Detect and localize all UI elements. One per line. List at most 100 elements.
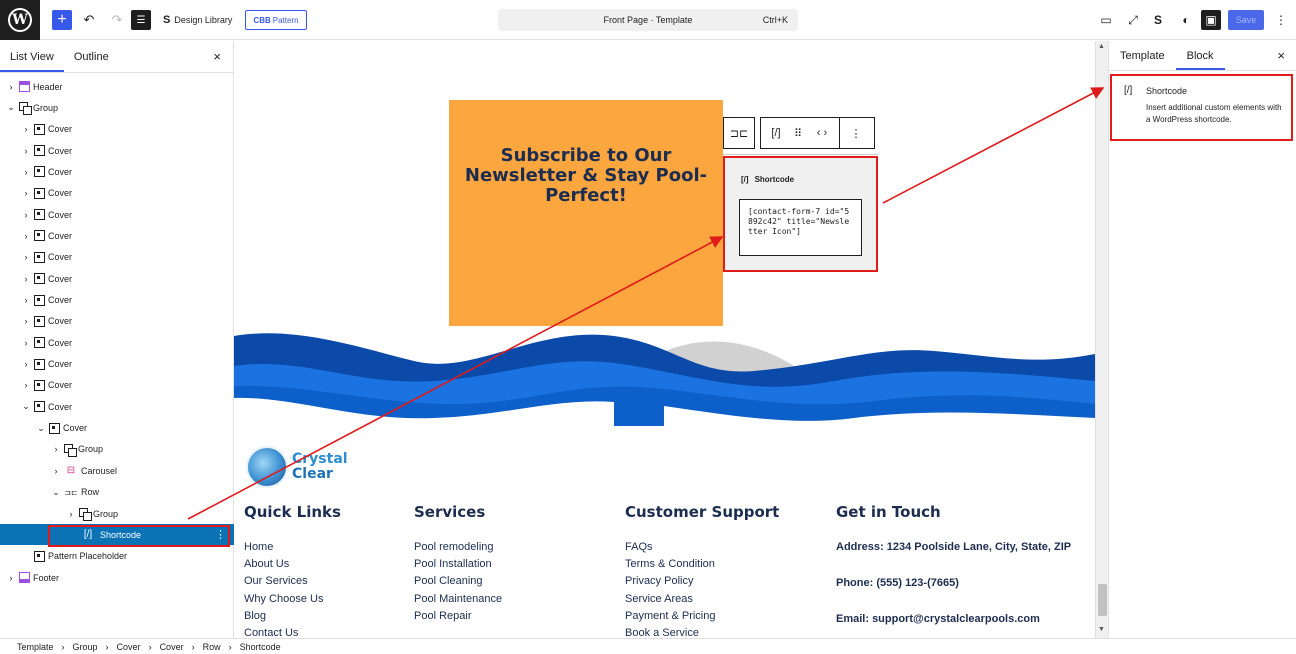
chevron-right-icon[interactable]: › (20, 167, 32, 177)
footer-link[interactable]: Home (244, 539, 341, 556)
close-icon[interactable]: × (213, 49, 221, 64)
move-arrows-icon[interactable]: ‹ › (805, 118, 839, 148)
breadcrumb-item[interactable]: Cover (117, 642, 141, 652)
drag-handle-icon[interactable]: ⠿ (791, 118, 805, 148)
expand-icon[interactable]: ⤢ (1123, 10, 1143, 30)
footer-logo[interactable]: Crystal Clear (246, 446, 348, 488)
styles-icon[interactable]: ◐ (1176, 10, 1196, 30)
chevron-right-icon[interactable]: › (20, 146, 32, 156)
chevron-right-icon[interactable]: › (65, 509, 77, 519)
tree-item-carousel[interactable]: › ⊟ Carousel (0, 460, 234, 481)
footer-link[interactable]: Our Services (244, 573, 341, 590)
add-block-button[interactable]: + (52, 10, 72, 30)
chevron-right-icon[interactable]: › (20, 359, 32, 369)
tab-list-view[interactable]: List View (0, 41, 64, 72)
row-parent-button[interactable]: ⊐⊏ (723, 117, 755, 149)
tab-outline[interactable]: Outline (64, 41, 119, 72)
chevron-down-icon[interactable]: ⌄ (20, 401, 32, 412)
chevron-right-icon[interactable]: › (50, 466, 62, 476)
tree-item-row[interactable]: ⌄ ⊐⊏ Row (0, 482, 234, 503)
scroll-up-icon[interactable]: ▲ (1098, 43, 1105, 50)
footer-link[interactable]: Payment & Pricing (625, 608, 779, 625)
tree-item-cover[interactable]: › Cover (0, 161, 234, 182)
tree-item-cover[interactable]: › Cover (0, 311, 234, 332)
chevron-right-icon[interactable]: › (5, 82, 17, 92)
chevron-down-icon[interactable]: ⌄ (50, 487, 62, 498)
chevron-down-icon[interactable]: ⌄ (5, 102, 17, 113)
block-options-icon[interactable]: ⋮ (840, 118, 872, 148)
footer-link[interactable]: Service Areas (625, 591, 779, 608)
tree-item-cover[interactable]: › Cover (0, 225, 234, 246)
footer-link[interactable]: Blog (244, 608, 341, 625)
footer-link[interactable]: Pool Repair (414, 608, 502, 625)
tree-item-cover[interactable]: Pattern Placeholder (0, 546, 234, 567)
tree-item-cover[interactable]: › Cover (0, 375, 234, 396)
footer-link[interactable]: Pool Cleaning (414, 573, 502, 590)
scroll-down-icon[interactable]: ▼ (1098, 626, 1105, 633)
tree-item-cover[interactable]: › Cover (0, 332, 234, 353)
row-options-icon[interactable]: ⋮ (215, 528, 226, 541)
tree-item-shortcode[interactable]: [/] Shortcode ⋮ (0, 524, 234, 546)
tree-item-cover[interactable]: › Cover (0, 140, 234, 161)
footer-link[interactable]: Pool Maintenance (414, 591, 502, 608)
chevron-down-icon[interactable]: ⌄ (35, 423, 47, 434)
design-library-button[interactable]: S Design Library (163, 9, 232, 31)
breadcrumb-item[interactable]: Template (17, 642, 54, 652)
shortcode-block-icon[interactable]: [/] (761, 118, 791, 148)
save-button[interactable]: Save (1228, 10, 1264, 30)
chevron-right-icon[interactable]: › (20, 295, 32, 305)
pattern-button[interactable]: CBB Pattern (245, 10, 307, 30)
list-view-button[interactable]: ☰ (131, 10, 151, 30)
footer-link[interactable]: Contact Us (244, 625, 341, 638)
tree-item-cover[interactable]: › Cover (0, 290, 234, 311)
tree-item-group[interactable]: › Group (0, 439, 234, 460)
tree-item-cover[interactable]: › Cover (0, 247, 234, 268)
tree-item-group[interactable]: ⌄ Group (0, 97, 234, 118)
tree-item-cover[interactable]: › Cover (0, 204, 234, 225)
breadcrumb-item[interactable]: Row (203, 642, 221, 652)
tree-item-cover[interactable]: ⌄ Cover (0, 418, 234, 439)
tab-template[interactable]: Template (1109, 41, 1176, 70)
chevron-right-icon[interactable]: › (20, 316, 32, 326)
shortcode-block[interactable]: [/] Shortcode [contact-form-7 id="5892c4… (723, 156, 878, 272)
settings-toggle-icon[interactable]: ▣ (1201, 10, 1221, 30)
wordpress-logo-button[interactable]: W (0, 0, 40, 40)
breadcrumb-item[interactable]: Shortcode (240, 642, 281, 652)
chevron-right-icon[interactable]: › (20, 231, 32, 241)
footer-link[interactable]: About Us (244, 556, 341, 573)
close-icon[interactable]: × (1277, 48, 1285, 63)
tree-item-group[interactable]: › Group (0, 503, 234, 524)
tree-item-cover[interactable]: › Cover (0, 354, 234, 375)
tree-item-cover[interactable]: ⌄ Cover (0, 396, 234, 417)
chevron-right-icon[interactable]: › (20, 380, 32, 390)
chevron-right-icon[interactable]: › (20, 274, 32, 284)
chevron-right-icon[interactable]: › (20, 252, 32, 262)
tree-item-cover[interactable]: › Cover (0, 268, 234, 289)
chevron-right-icon[interactable]: › (20, 210, 32, 220)
chevron-right-icon[interactable]: › (5, 573, 17, 583)
breadcrumb-item[interactable]: Cover (160, 642, 184, 652)
footer-link[interactable]: Terms & Condition (625, 556, 779, 573)
tree-item-header[interactable]: › Header (0, 76, 234, 97)
stackable-settings-icon[interactable]: S (1148, 10, 1168, 30)
tab-block[interactable]: Block (1176, 41, 1225, 70)
footer-link[interactable]: Pool remodeling (414, 539, 502, 556)
footer-link[interactable]: Pool Installation (414, 556, 502, 573)
undo-button[interactable]: ↶ (80, 9, 98, 31)
footer-link[interactable]: FAQs (625, 539, 779, 556)
footer-link[interactable]: Why Choose Us (244, 591, 341, 608)
tree-item-footer[interactable]: › Footer (0, 567, 234, 588)
redo-button[interactable]: ↷ (108, 9, 126, 31)
footer-link[interactable]: Privacy Policy (625, 573, 779, 590)
document-bar[interactable]: Front Page · Template Ctrl+K (498, 9, 798, 31)
newsletter-section[interactable]: Subscribe to Our Newsletter & Stay Pool-… (449, 100, 723, 327)
tree-item-cover[interactable]: › Cover (0, 119, 234, 140)
chevron-right-icon[interactable]: › (20, 338, 32, 348)
canvas-scrollbar[interactable]: ▲ ▼ (1095, 41, 1108, 638)
chevron-right-icon[interactable]: › (50, 444, 62, 454)
shortcode-input[interactable]: [contact-form-7 id="5892c42" title="News… (739, 199, 862, 256)
desktop-preview-icon[interactable]: ▭ (1096, 10, 1116, 30)
footer-link[interactable]: Book a Service (625, 625, 779, 638)
tree-item-cover[interactable]: › Cover (0, 183, 234, 204)
chevron-right-icon[interactable]: › (20, 188, 32, 198)
